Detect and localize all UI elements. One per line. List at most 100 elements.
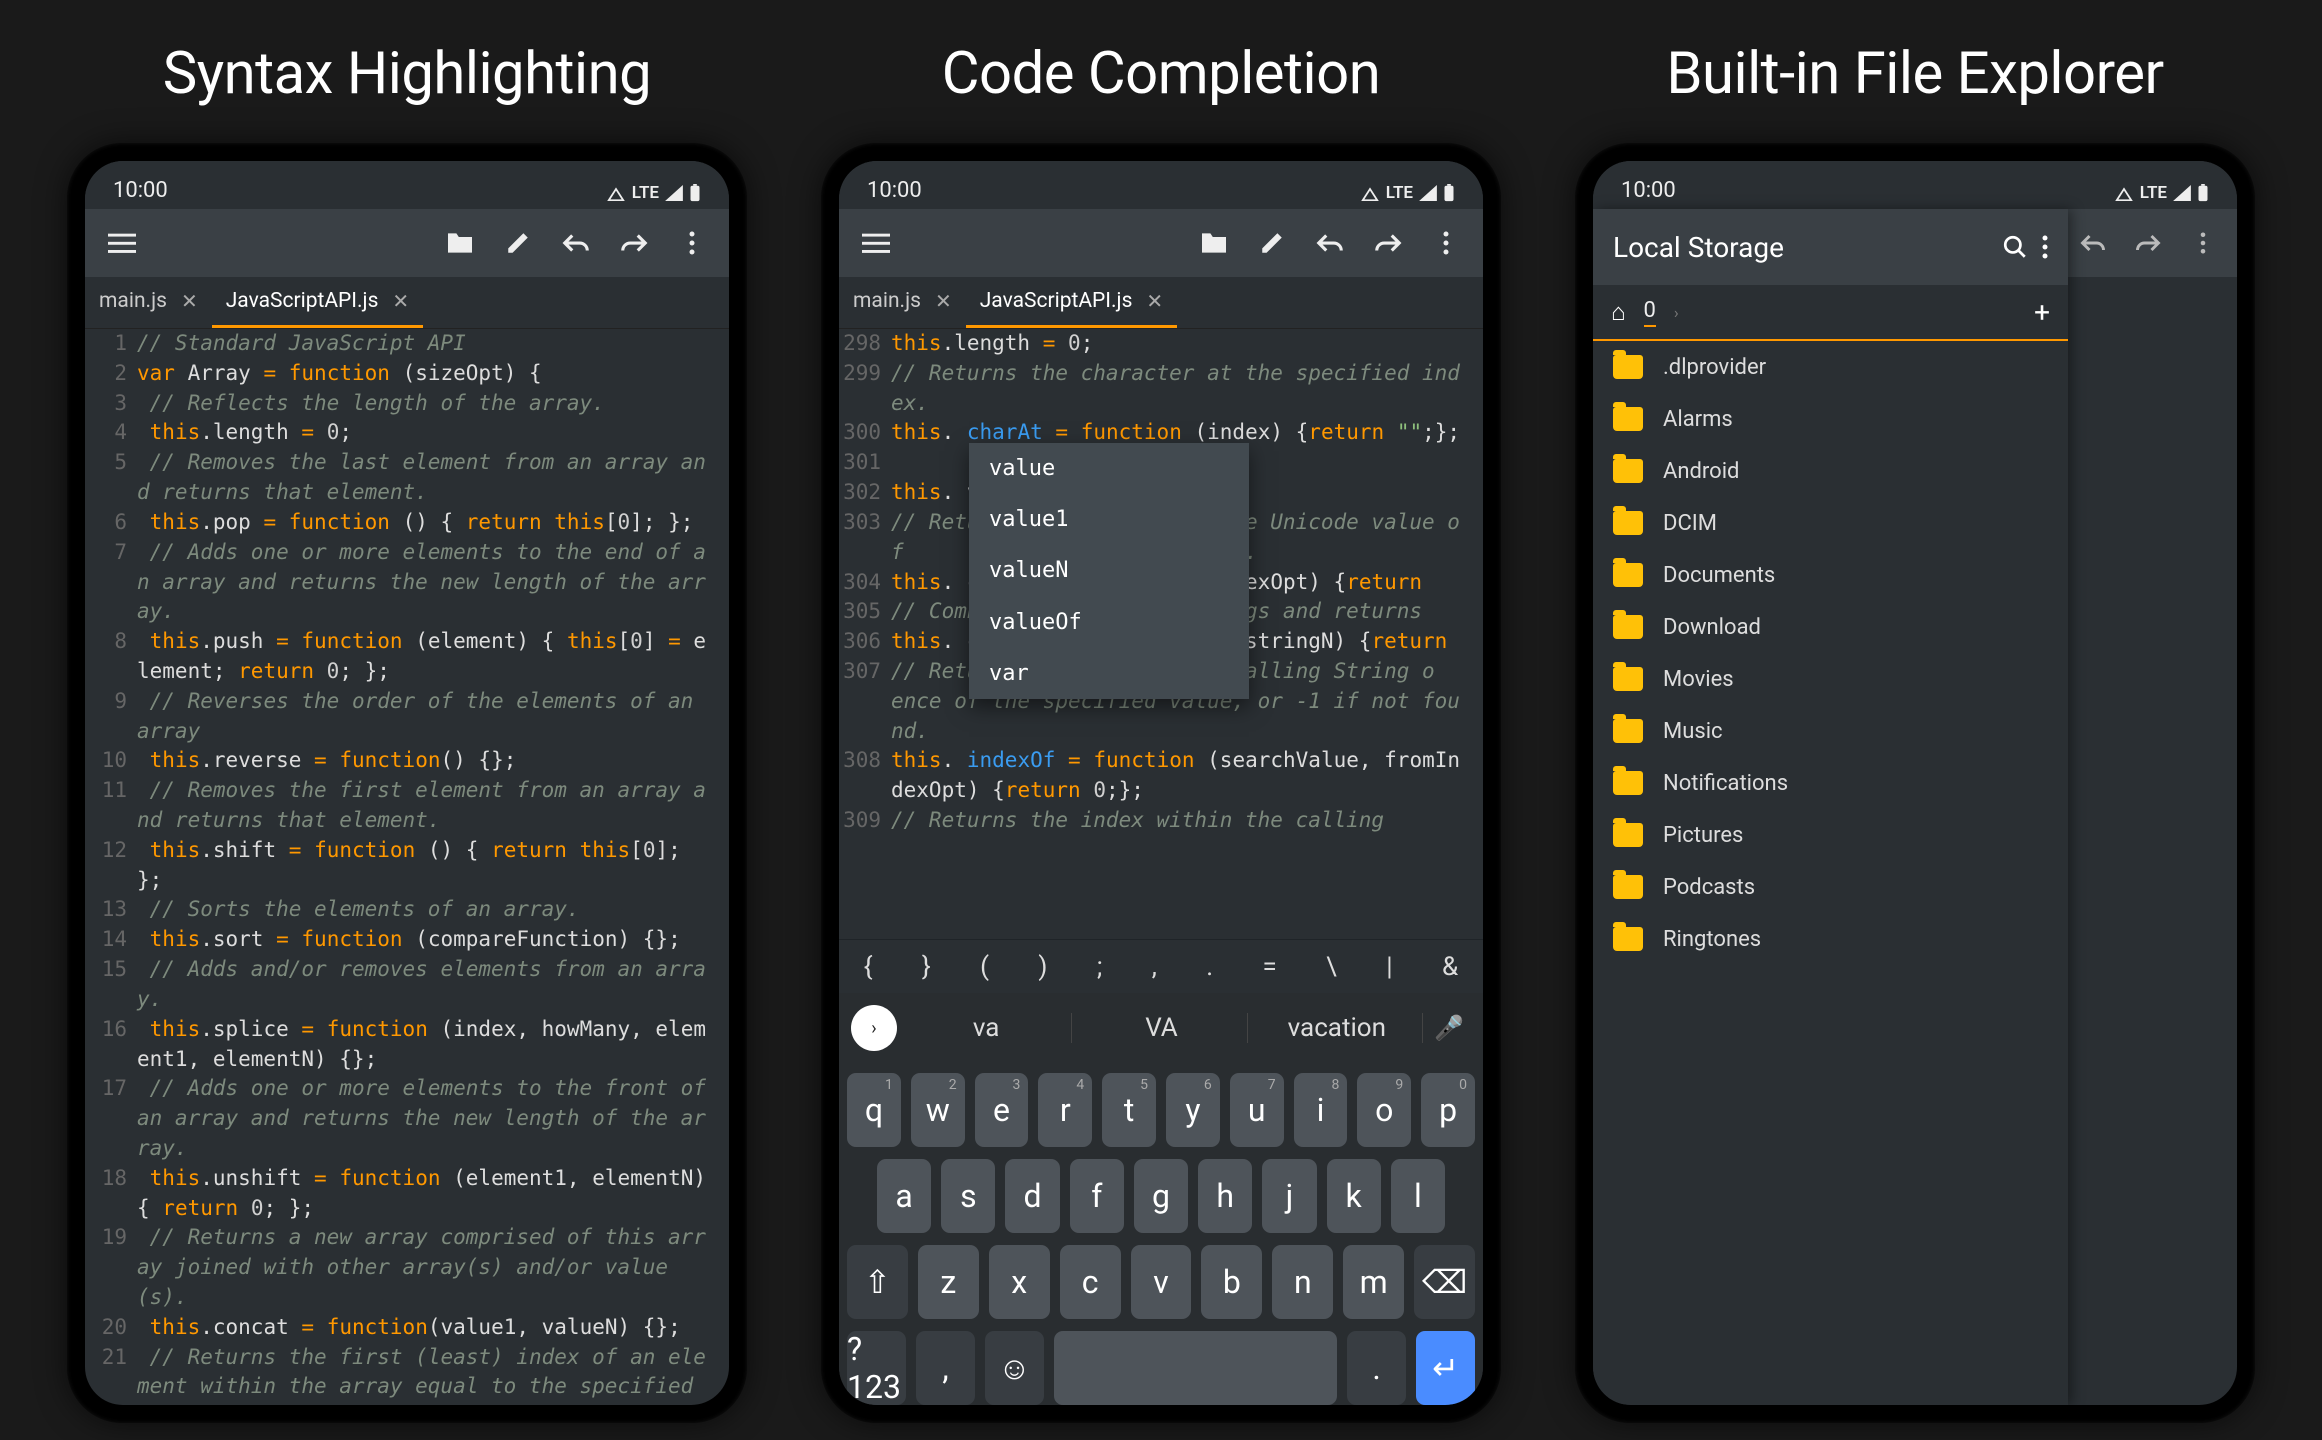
folder-item[interactable]: Movies <box>1593 653 2068 705</box>
key-g[interactable]: g <box>1134 1159 1188 1233</box>
key-f[interactable]: f <box>1070 1159 1124 1233</box>
autocomplete-item[interactable]: value1 <box>969 494 1249 545</box>
breadcrumb-item[interactable]: 0 <box>1644 298 1656 327</box>
overflow-icon[interactable] <box>2042 235 2048 259</box>
close-icon[interactable]: ✕ <box>1146 289 1163 313</box>
symbol-key[interactable]: ( <box>980 952 989 982</box>
folder-item[interactable]: Notifications <box>1593 757 2068 809</box>
tab[interactable]: JavaScriptAPI.js✕ <box>966 277 1177 328</box>
autocomplete-item[interactable]: var <box>969 648 1249 699</box>
overflow-icon[interactable] <box>1419 216 1473 270</box>
symbol-key[interactable]: } <box>922 952 931 982</box>
key-☺[interactable]: ☺ <box>985 1331 1044 1405</box>
symbol-key[interactable]: , <box>1152 952 1157 982</box>
key-p[interactable]: p0 <box>1421 1073 1475 1147</box>
key-t[interactable]: t5 <box>1102 1073 1156 1147</box>
edit-icon[interactable] <box>491 216 545 270</box>
tab[interactable]: JavaScriptAPI.js✕ <box>212 277 423 328</box>
key-o[interactable]: o9 <box>1357 1073 1411 1147</box>
symbol-row[interactable]: {} ();,. = \ | & <box>839 939 1483 993</box>
menu-icon[interactable] <box>95 216 149 270</box>
key-u[interactable]: u7 <box>1230 1073 1284 1147</box>
folder-item[interactable]: Download <box>1593 601 2068 653</box>
key-.[interactable]: . <box>1347 1331 1406 1405</box>
overflow-icon[interactable] <box>2176 216 2229 270</box>
symbol-key[interactable]: & <box>1442 952 1458 982</box>
key-a[interactable]: a <box>877 1159 931 1233</box>
undo-icon[interactable] <box>2067 216 2120 270</box>
key-i[interactable]: i8 <box>1294 1073 1348 1147</box>
folder-item[interactable]: Android <box>1593 445 2068 497</box>
folder-item[interactable]: Music <box>1593 705 2068 757</box>
shift-key[interactable]: ⇧ <box>847 1245 908 1319</box>
spacebar-key[interactable] <box>1054 1331 1337 1405</box>
symbol-key[interactable]: \ <box>1326 952 1337 982</box>
add-icon[interactable]: + <box>2034 296 2050 329</box>
key-c[interactable]: c <box>1060 1245 1121 1319</box>
folder-item[interactable]: DCIM <box>1593 497 2068 549</box>
suggestion-2[interactable]: VA <box>1076 1013 1247 1043</box>
folder-icon[interactable] <box>1187 216 1241 270</box>
redo-icon[interactable] <box>2122 216 2175 270</box>
autocomplete-item[interactable]: valueOf <box>969 597 1249 648</box>
backspace-key[interactable]: ⌫ <box>1414 1245 1475 1319</box>
folder-item[interactable]: Ringtones <box>1593 913 2068 965</box>
folder-icon[interactable] <box>433 216 487 270</box>
key-r[interactable]: r4 <box>1038 1073 1092 1147</box>
key-?123[interactable]: ?123 <box>847 1331 906 1405</box>
key-b[interactable]: b <box>1201 1245 1262 1319</box>
folder-item[interactable]: Podcasts <box>1593 861 2068 913</box>
autocomplete-popup[interactable]: valuevalue1valueNvalueOfvar <box>969 443 1249 699</box>
key-h[interactable]: h <box>1198 1159 1252 1233</box>
close-icon[interactable]: ✕ <box>392 289 409 313</box>
suggestion-3[interactable]: vacation <box>1252 1013 1423 1043</box>
key-j[interactable]: j <box>1262 1159 1316 1233</box>
key-d[interactable]: d <box>1005 1159 1059 1233</box>
menu-icon[interactable] <box>849 216 903 270</box>
symbol-key[interactable]: = <box>1263 952 1277 982</box>
key-l[interactable]: l <box>1391 1159 1445 1233</box>
key-m[interactable]: m <box>1343 1245 1404 1319</box>
key-q[interactable]: q1 <box>847 1073 901 1147</box>
folder-item[interactable]: .dlprovider <box>1593 341 2068 393</box>
folder-item[interactable]: Alarms <box>1593 393 2068 445</box>
mic-icon[interactable]: 🎤 <box>1427 1014 1471 1042</box>
key-s[interactable]: s <box>941 1159 995 1233</box>
key-y[interactable]: y6 <box>1166 1073 1220 1147</box>
expand-icon[interactable]: › <box>851 1005 897 1051</box>
symbol-key[interactable]: | <box>1386 952 1392 982</box>
breadcrumb[interactable]: ⌂ 0 › + <box>1593 285 2068 341</box>
code-editor[interactable]: 1// Standard JavaScript API2var Array = … <box>85 329 729 1405</box>
folder-item[interactable]: Pictures <box>1593 809 2068 861</box>
key-v[interactable]: v <box>1131 1245 1192 1319</box>
redo-icon[interactable] <box>607 216 661 270</box>
search-icon[interactable] <box>2002 234 2028 260</box>
symbol-key[interactable]: ; <box>1097 952 1103 982</box>
redo-icon[interactable] <box>1361 216 1415 270</box>
autocomplete-item[interactable]: value <box>969 443 1249 494</box>
symbol-key[interactable]: . <box>1206 952 1213 982</box>
key-n[interactable]: n <box>1272 1245 1333 1319</box>
home-icon[interactable]: ⌂ <box>1611 298 1626 327</box>
tab[interactable]: main.js✕ <box>85 277 212 328</box>
symbol-key[interactable]: ) <box>1038 952 1047 982</box>
file-list[interactable]: .dlproviderAlarmsAndroidDCIMDocumentsDow… <box>1593 341 2068 1405</box>
enter-key[interactable]: ↵ <box>1416 1331 1475 1405</box>
symbol-key[interactable]: { <box>864 952 873 982</box>
tab[interactable]: main.js✕ <box>839 277 966 328</box>
undo-icon[interactable] <box>549 216 603 270</box>
autocomplete-item[interactable]: valueN <box>969 545 1249 596</box>
folder-item[interactable]: Documents <box>1593 549 2068 601</box>
close-icon[interactable]: ✕ <box>181 289 198 313</box>
key-z[interactable]: z <box>918 1245 979 1319</box>
key-e[interactable]: e3 <box>975 1073 1029 1147</box>
edit-icon[interactable] <box>1245 216 1299 270</box>
key-w[interactable]: w2 <box>911 1073 965 1147</box>
key-x[interactable]: x <box>989 1245 1050 1319</box>
key-,[interactable]: , <box>916 1331 975 1405</box>
overflow-icon[interactable] <box>665 216 719 270</box>
key-k[interactable]: k <box>1327 1159 1381 1233</box>
code-editor[interactable]: 298this.length = 0;299// Returns the cha… <box>839 329 1483 939</box>
close-icon[interactable]: ✕ <box>935 289 952 313</box>
suggestion-1[interactable]: va <box>901 1013 1072 1043</box>
